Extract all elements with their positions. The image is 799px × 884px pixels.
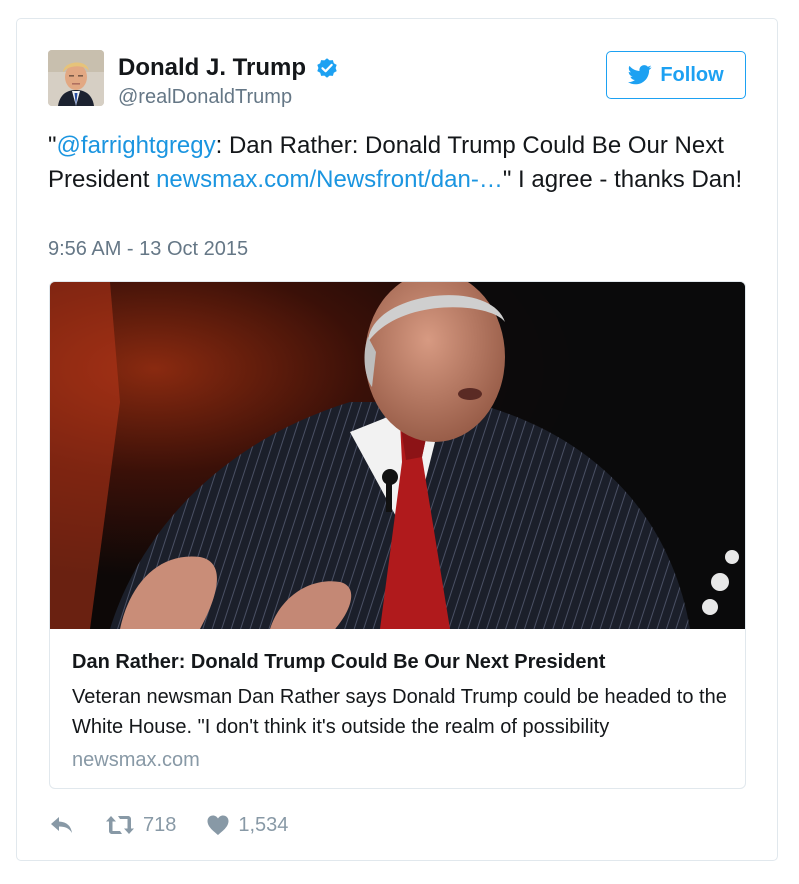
card-photo	[50, 282, 745, 629]
author-name[interactable]: Donald J. Trump	[118, 54, 306, 82]
avatar-photo	[48, 50, 104, 106]
tweet-text-closing: " I agree - thanks Dan!	[502, 166, 743, 193]
article-url-link[interactable]: newsmax.com/Newsfront/dan-…	[156, 166, 503, 193]
like-button[interactable]: 1,534	[206, 814, 288, 837]
reply-button[interactable]	[49, 814, 75, 836]
twitter-bird-icon	[628, 65, 652, 85]
tweet-text-quote-open: "	[48, 132, 57, 159]
retweet-button[interactable]: 718	[105, 814, 176, 837]
card-title[interactable]: Dan Rather: Donald Trump Could Be Our Ne…	[72, 650, 732, 674]
retweet-count: 718	[143, 813, 177, 836]
tweet-actions: 718 1,534	[49, 811, 288, 839]
retweet-icon	[106, 816, 134, 834]
reply-icon	[51, 817, 72, 833]
verified-badge-icon	[315, 56, 339, 80]
avatar[interactable]	[48, 50, 104, 106]
link-preview-card[interactable]: Dan Rather: Donald Trump Could Be Our Ne…	[49, 281, 746, 789]
timestamp[interactable]: 9:56 AM - 13 Oct 2015	[48, 237, 248, 261]
follow-button[interactable]: Follow	[606, 51, 746, 99]
card-description: Veteran newsman Dan Rather says Donald T…	[72, 686, 727, 738]
heart-icon	[207, 815, 229, 835]
author-handle[interactable]: @realDonaldTrump	[118, 85, 292, 109]
card-image[interactable]	[50, 282, 745, 629]
tweet-card: Donald J. Trump @realDonaldTrump Follow …	[16, 18, 778, 861]
like-count: 1,534	[238, 813, 289, 836]
display-name[interactable]: Donald J. Trump	[118, 54, 339, 82]
tweet-text: "@farrightgregy: Dan Rather: Donald Trum…	[48, 129, 758, 197]
mention-link[interactable]: @farrightgregy	[57, 132, 216, 159]
card-domain: newsmax.com	[72, 749, 200, 771]
follow-label: Follow	[660, 63, 724, 86]
